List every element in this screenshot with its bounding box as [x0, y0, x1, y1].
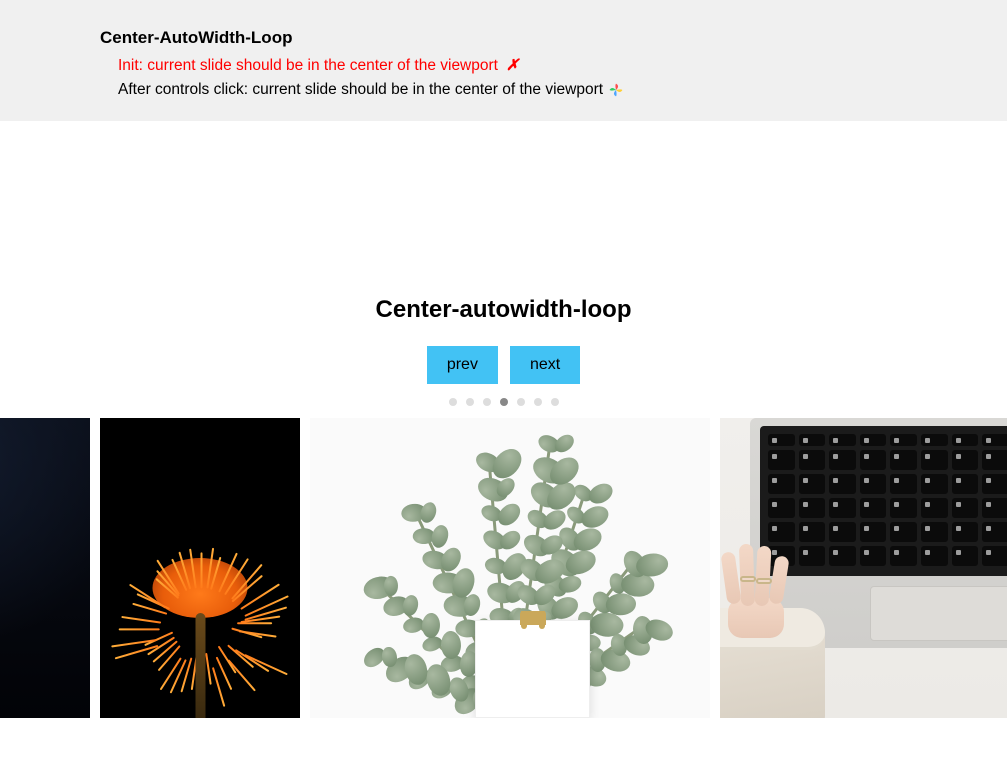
- slider-dot[interactable]: [466, 398, 474, 406]
- slider-dot[interactable]: [517, 398, 525, 406]
- slide-hands-laptop: [720, 418, 1007, 718]
- next-button[interactable]: next: [510, 346, 580, 384]
- slide-orange-flower: [100, 418, 300, 718]
- pinwheel-icon: [609, 83, 623, 97]
- left-arm: [720, 608, 825, 718]
- slide-eucalyptus: [310, 418, 710, 718]
- fail-icon: ✗: [506, 56, 519, 75]
- binder-clip-icon: [520, 611, 546, 625]
- slider-heading: Center-autowidth-loop: [0, 296, 1007, 324]
- slider-dot[interactable]: [500, 398, 508, 406]
- trackpad: [870, 586, 1007, 641]
- slider-dot[interactable]: [551, 398, 559, 406]
- slider-dot[interactable]: [534, 398, 542, 406]
- envelope: [475, 620, 590, 718]
- slide-dark-figure: [0, 418, 90, 718]
- test-result-text: After controls click: current slide shou…: [118, 81, 603, 99]
- slider-dot[interactable]: [449, 398, 457, 406]
- slider-track[interactable]: [0, 418, 1007, 718]
- slider-controls: prev next: [0, 346, 1007, 384]
- test-result-row: Init: current slide should be in the cen…: [118, 56, 1007, 75]
- slider-viewport: [0, 418, 1007, 718]
- test-results-panel: Center-AutoWidth-Loop Init: current slid…: [0, 0, 1007, 121]
- test-suite-title: Center-AutoWidth-Loop: [100, 28, 1007, 48]
- test-result-row: After controls click: current slide shou…: [118, 81, 1007, 99]
- slider-dots: [0, 398, 1007, 406]
- slider-section: Center-autowidth-loop prev next: [0, 296, 1007, 718]
- slider-dot[interactable]: [483, 398, 491, 406]
- test-result-text: Init: current slide should be in the cen…: [118, 57, 498, 75]
- prev-button[interactable]: prev: [427, 346, 498, 384]
- left-hand: [720, 548, 798, 638]
